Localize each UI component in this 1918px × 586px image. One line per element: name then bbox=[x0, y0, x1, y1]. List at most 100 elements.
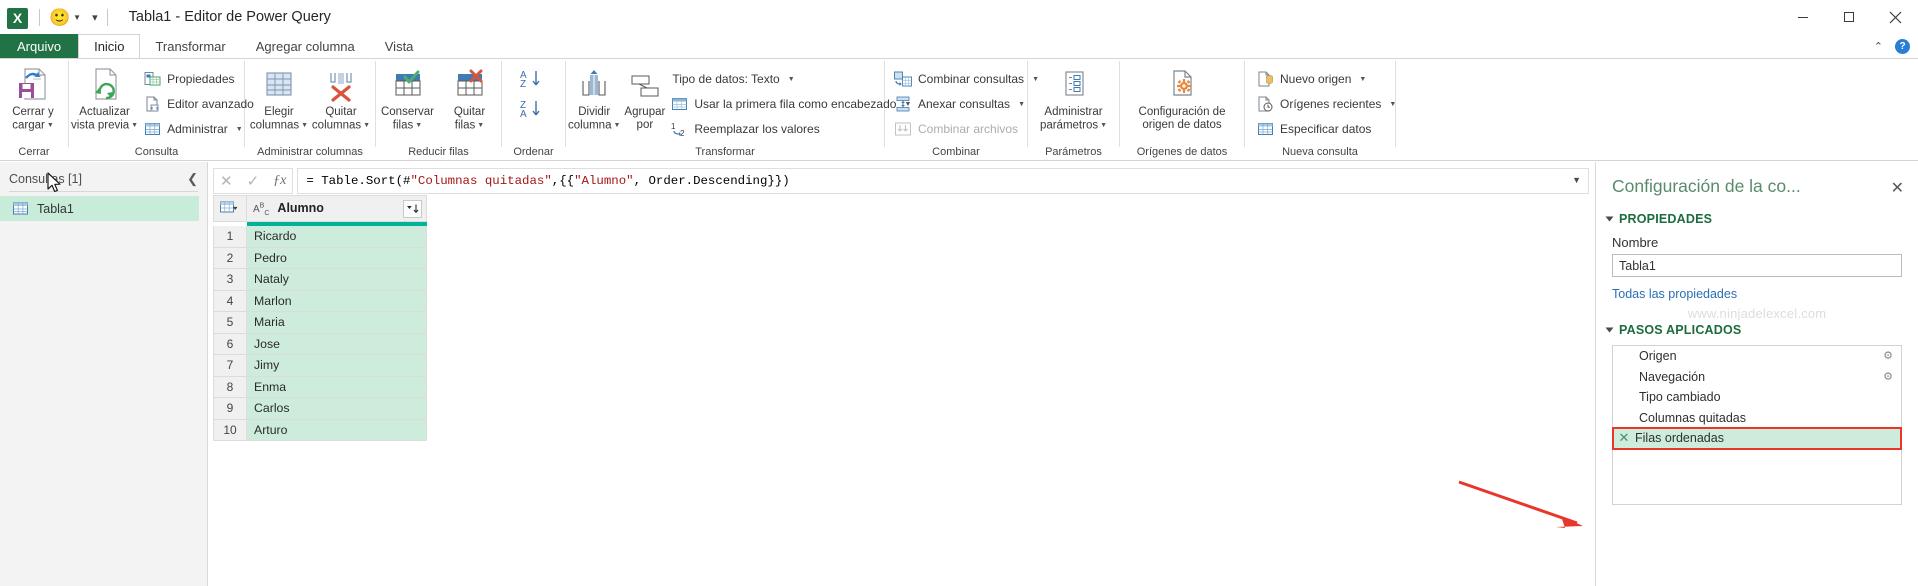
name-field[interactable]: Tabla1 bbox=[1612, 254, 1902, 277]
actualizar-label-2: vista previa bbox=[71, 119, 130, 132]
cell-alumno[interactable]: Arturo bbox=[246, 419, 427, 441]
merge-queries-icon bbox=[894, 71, 912, 88]
applied-step-tipo-cambiado[interactable]: Tipo cambiado bbox=[1613, 387, 1901, 408]
tab-agregar-columna[interactable]: Agregar columna bbox=[241, 34, 370, 58]
tab-vista[interactable]: Vista bbox=[370, 34, 429, 58]
fx-icon[interactable]: ƒx bbox=[273, 173, 286, 189]
smiley-dropdown-caret-icon[interactable]: ▼ bbox=[73, 13, 81, 22]
conservar-filas-button[interactable]: Conservar filas ▼ bbox=[377, 65, 439, 133]
administrar-caret-icon[interactable]: ▼ bbox=[236, 126, 243, 133]
origenes-recientes-caret-icon[interactable]: ▼ bbox=[1389, 101, 1396, 108]
agrupar-por-button[interactable]: Agrupar por bbox=[622, 65, 667, 132]
quick-access-toolbar-dropdown-icon[interactable]: ▾ bbox=[92, 11, 98, 24]
reemplazar-valores-button[interactable]: 1 2 Reemplazar los valores bbox=[667, 118, 917, 140]
queries-pane-divider bbox=[9, 191, 198, 192]
close-settings-pane-icon[interactable]: ✕ bbox=[1891, 178, 1904, 198]
table-row[interactable]: 2 Pedro bbox=[213, 247, 427, 269]
cell-alumno[interactable]: Marlon bbox=[246, 290, 427, 312]
ribbon-group-consulta: Actualizar vista previa ▼ Propiedades Ed… bbox=[69, 59, 254, 162]
configuracion-origen-datos-button[interactable]: Configuración de origen de datos bbox=[1122, 65, 1242, 132]
cell-alumno[interactable]: Enma bbox=[246, 376, 427, 398]
cell-alumno[interactable]: Carlos bbox=[246, 397, 427, 420]
quitar-filas-button[interactable]: Quitar filas ▼ bbox=[439, 65, 501, 133]
sort-ascending-button[interactable]: A Z bbox=[519, 69, 549, 94]
cell-alumno[interactable]: Maria bbox=[246, 311, 427, 334]
properties-section-header[interactable]: PROPIEDADES bbox=[1596, 203, 1918, 229]
excel-icon: X bbox=[4, 4, 30, 31]
select-all-icon[interactable] bbox=[213, 195, 247, 222]
restore-button[interactable] bbox=[1826, 0, 1872, 34]
minimize-button[interactable] bbox=[1780, 0, 1826, 34]
table-row[interactable]: 9 Carlos bbox=[213, 397, 427, 420]
anexar-consultas-caret-icon[interactable]: ▼ bbox=[1018, 101, 1025, 108]
delete-step-icon[interactable]: ✕ bbox=[1613, 430, 1635, 446]
usar-primera-fila-button[interactable]: Usar la primera fila como encabezado ▼ bbox=[667, 93, 917, 115]
table-row[interactable]: 1 Ricardo bbox=[213, 225, 427, 248]
applied-step-columnas-quitadas[interactable]: Columnas quitadas bbox=[1613, 408, 1901, 429]
collapse-queries-pane-icon[interactable]: ❮ bbox=[187, 171, 198, 187]
column-sort-filter-button[interactable] bbox=[403, 200, 422, 218]
nuevo-origen-caret-icon[interactable]: ▼ bbox=[1359, 76, 1366, 83]
cell-alumno[interactable]: Ricardo bbox=[246, 225, 427, 248]
administrar-parametros-button[interactable]: Administrar parámetros ▼ bbox=[1030, 65, 1118, 133]
table-row[interactable]: 6 Jose bbox=[213, 333, 427, 355]
dividir-columna-button[interactable]: Dividir columna ▼ bbox=[566, 65, 622, 133]
combinar-small-buttons: Combinar consultas ▼ Anexar consultas ▼ bbox=[891, 65, 1045, 140]
close-button[interactable] bbox=[1872, 0, 1918, 34]
sort-descending-button[interactable]: Z A bbox=[519, 99, 549, 124]
all-properties-link[interactable]: Todas las propiedades bbox=[1596, 277, 1918, 301]
collapse-ribbon-icon[interactable]: ⌃ bbox=[1874, 40, 1883, 53]
especificar-datos-label: Especificar datos bbox=[1280, 122, 1372, 136]
origenes-recientes-button[interactable]: Orígenes recientes ▼ bbox=[1253, 93, 1402, 115]
tipo-de-datos-caret-icon[interactable]: ▼ bbox=[788, 76, 795, 83]
anexar-consultas-button[interactable]: Anexar consultas ▼ bbox=[891, 93, 1045, 115]
accept-formula-icon[interactable]: ✓ bbox=[247, 172, 260, 190]
expand-formula-bar-icon[interactable]: ▼ bbox=[1572, 175, 1581, 185]
formula-input[interactable]: = Table.Sort(#"Columnas quitadas",{{"Alu… bbox=[297, 167, 1589, 194]
formula-bar-buttons: ✕ ✓ ƒx bbox=[213, 167, 294, 194]
applied-step-navegacion[interactable]: Navegación ⚙ bbox=[1613, 367, 1901, 388]
row-number: 7 bbox=[213, 354, 247, 377]
applied-step-origen[interactable]: Origen ⚙ bbox=[1613, 346, 1901, 367]
query-list-item-tabla1[interactable]: Tabla1 bbox=[0, 196, 199, 221]
editor-avanzado-button[interactable]: Editor avanzado bbox=[140, 93, 260, 115]
table-row[interactable]: 7 Jimy bbox=[213, 354, 427, 377]
cell-alumno[interactable]: Pedro bbox=[246, 247, 427, 269]
combinar-consultas-button[interactable]: Combinar consultas ▼ bbox=[891, 68, 1045, 90]
cell-alumno[interactable]: Nataly bbox=[246, 268, 427, 291]
gear-icon[interactable]: ⚙ bbox=[1883, 370, 1893, 383]
help-icon[interactable]: ? bbox=[1895, 38, 1910, 54]
especificar-datos-button[interactable]: Especificar datos bbox=[1253, 118, 1402, 140]
quitar-columnas-button[interactable]: Quitar columnas ▼ bbox=[310, 65, 372, 133]
table-row[interactable]: 3 Nataly bbox=[213, 268, 427, 291]
actualizar-vista-previa-button[interactable]: Actualizar vista previa ▼ bbox=[69, 65, 140, 133]
applied-step-filas-ordenadas[interactable]: ✕ Filas ordenadas bbox=[1612, 427, 1902, 450]
administrar-button[interactable]: Administrar ▼ bbox=[140, 118, 260, 140]
table-row[interactable]: 10 Arturo bbox=[213, 419, 427, 441]
row-number: 6 bbox=[213, 333, 247, 355]
column-header-alumno[interactable]: ABC Alumno bbox=[246, 195, 427, 222]
cell-alumno[interactable]: Jimy bbox=[246, 354, 427, 377]
tipo-de-datos-button[interactable]: Tipo de datos: Texto ▼ bbox=[667, 68, 917, 90]
table-row[interactable]: 8 Enma bbox=[213, 376, 427, 398]
cancel-formula-icon[interactable]: ✕ bbox=[220, 172, 233, 190]
smiley-icon[interactable]: 🙂 bbox=[49, 9, 70, 26]
tab-transformar[interactable]: Transformar bbox=[140, 34, 240, 58]
tab-inicio[interactable]: Inicio bbox=[78, 34, 141, 58]
ribbon-group-label-administrar-columnas: Administrar columnas bbox=[257, 146, 363, 158]
window-controls bbox=[1780, 0, 1918, 34]
table-row[interactable]: 4 Marlon bbox=[213, 290, 427, 312]
table-row[interactable]: 5 Maria bbox=[213, 311, 427, 334]
text-type-icon: ABC bbox=[253, 202, 270, 217]
tab-arquivo[interactable]: Arquivo bbox=[0, 34, 79, 58]
applied-steps-section-header[interactable]: PASOS APLICADOS bbox=[1596, 321, 1918, 340]
propiedades-button[interactable]: Propiedades bbox=[140, 68, 260, 90]
elegir-columnas-button[interactable]: Elegir columnas ▼ bbox=[248, 65, 310, 133]
cerrar-y-cargar-button[interactable]: Cerrar y cargar ▼ bbox=[0, 65, 66, 133]
nueva-consulta-small-buttons: Nuevo origen ▼ Orígenes recientes ▼ Espe… bbox=[1253, 65, 1402, 140]
formula-suffix: , Order.Descending}}) bbox=[633, 173, 790, 188]
gear-icon[interactable]: ⚙ bbox=[1883, 349, 1893, 362]
cell-alumno[interactable]: Jose bbox=[246, 333, 427, 355]
grid-header-row: ABC Alumno bbox=[213, 195, 427, 222]
nuevo-origen-button[interactable]: Nuevo origen ▼ bbox=[1253, 68, 1402, 90]
